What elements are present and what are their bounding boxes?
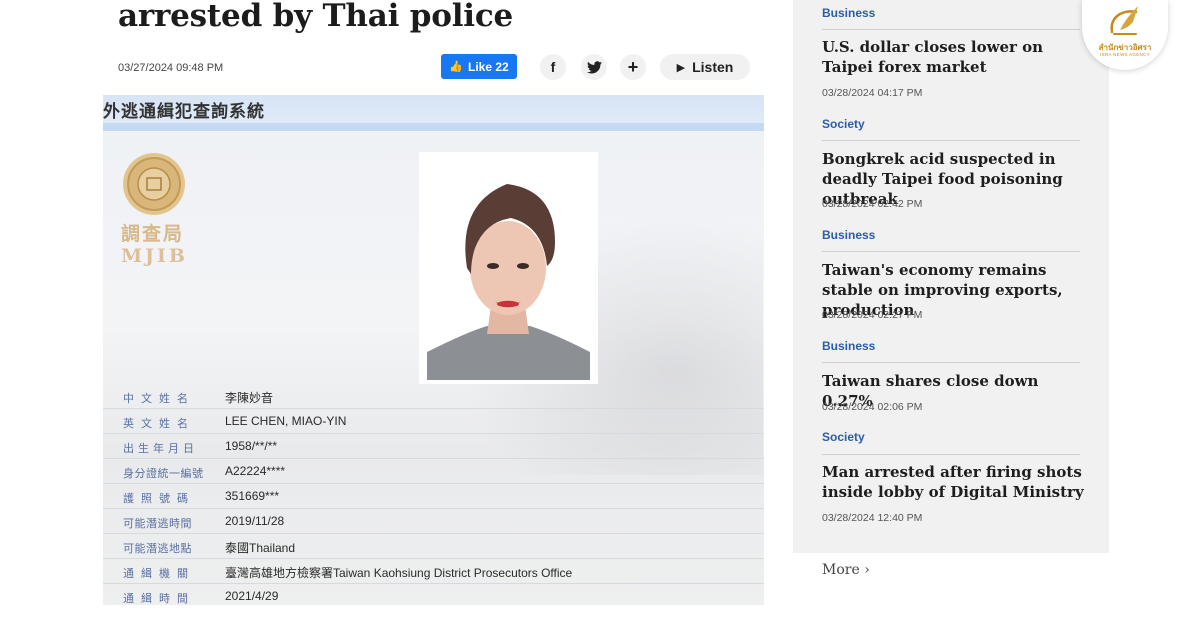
related-news-sidebar: Business U.S. dollar closes lower on Tai…: [793, 0, 1109, 553]
article-date: 03/27/2024 09:48 PM: [118, 62, 224, 74]
info-row-passport-number: 護照號碼 351669***: [103, 484, 764, 509]
seal-chinese-text: 調查局: [121, 223, 185, 245]
category-link[interactable]: Business: [822, 6, 875, 20]
poster-header-stripe: [103, 123, 764, 131]
thumbs-up-icon: 👍: [449, 61, 463, 73]
info-row-birth-date: 出生年月日 1958/**/**: [103, 434, 764, 459]
info-row-english-name: 英文姓名 LEE CHEN, MIAO-YIN: [103, 409, 764, 434]
news-timestamp: 03/28/2024 02:42 PM: [822, 198, 923, 210]
category-link[interactable]: Society: [822, 117, 865, 131]
category-link[interactable]: Business: [822, 228, 875, 242]
divider: [822, 140, 1080, 141]
news-headline-link[interactable]: Man arrested after firing shots inside l…: [822, 462, 1084, 502]
news-headline-link[interactable]: U.S. dollar closes lower on Taipei forex…: [822, 37, 1084, 77]
more-news-link[interactable]: More ›: [822, 562, 870, 578]
news-timestamp: 03/28/2024 04:17 PM: [822, 87, 923, 99]
info-row-escape-location: 可能潛逃地點 泰國Thailand: [103, 534, 764, 559]
info-row-wanted-date: 通緝時間 2021/4/29: [123, 589, 279, 605]
suspect-portrait-image: [427, 156, 590, 380]
listen-label: Listen: [692, 59, 734, 75]
seal-english-text: MJIB: [121, 245, 188, 267]
divider: [822, 251, 1080, 252]
mjib-seal-icon: [123, 153, 185, 215]
article-image: 外逃通緝犯查詢系統 調查局 MJIB 中文姓名 李陳妙音 英文姓名 LEE CH…: [103, 95, 764, 605]
divider: [822, 454, 1080, 455]
divider: [822, 29, 1080, 30]
listen-button[interactable]: ▶ Listen: [660, 54, 750, 80]
quill-logo-icon: [1110, 6, 1138, 35]
plus-icon[interactable]: +: [620, 54, 646, 80]
info-row-wanted-by: 通緝機關 臺灣高雄地方檢察署Taiwan Kaohsiung District …: [103, 559, 764, 584]
facebook-like-button[interactable]: 👍 Like 22: [441, 54, 517, 79]
facebook-icon[interactable]: f: [540, 54, 566, 80]
twitter-icon[interactable]: [581, 54, 607, 80]
category-link[interactable]: Society: [822, 430, 865, 444]
play-icon: ▶: [676, 61, 686, 74]
news-timestamp: 03/28/2024 02:27 PM: [822, 309, 923, 321]
like-label: Like 22: [468, 59, 509, 74]
news-timestamp: 03/28/2024 12:40 PM: [822, 512, 923, 524]
info-row-escape-time: 可能潛逃時間 2019/11/28: [103, 509, 764, 534]
divider: [822, 362, 1080, 363]
article-headline: arrested by Thai police: [118, 0, 514, 34]
info-row-chinese-name: 中文姓名 李陳妙音: [103, 384, 764, 409]
info-row-id-number: 身分證統一編號 A22224****: [103, 459, 764, 484]
brand-subtitle: ISRA NEWS AGENCY: [1100, 52, 1150, 57]
chevron-right-icon: ›: [864, 562, 870, 578]
suspect-photo: [419, 152, 598, 384]
poster-title: 外逃通緝犯查詢系統: [103, 102, 265, 122]
category-link[interactable]: Business: [822, 339, 875, 353]
news-timestamp: 03/28/2024 02:06 PM: [822, 401, 923, 413]
